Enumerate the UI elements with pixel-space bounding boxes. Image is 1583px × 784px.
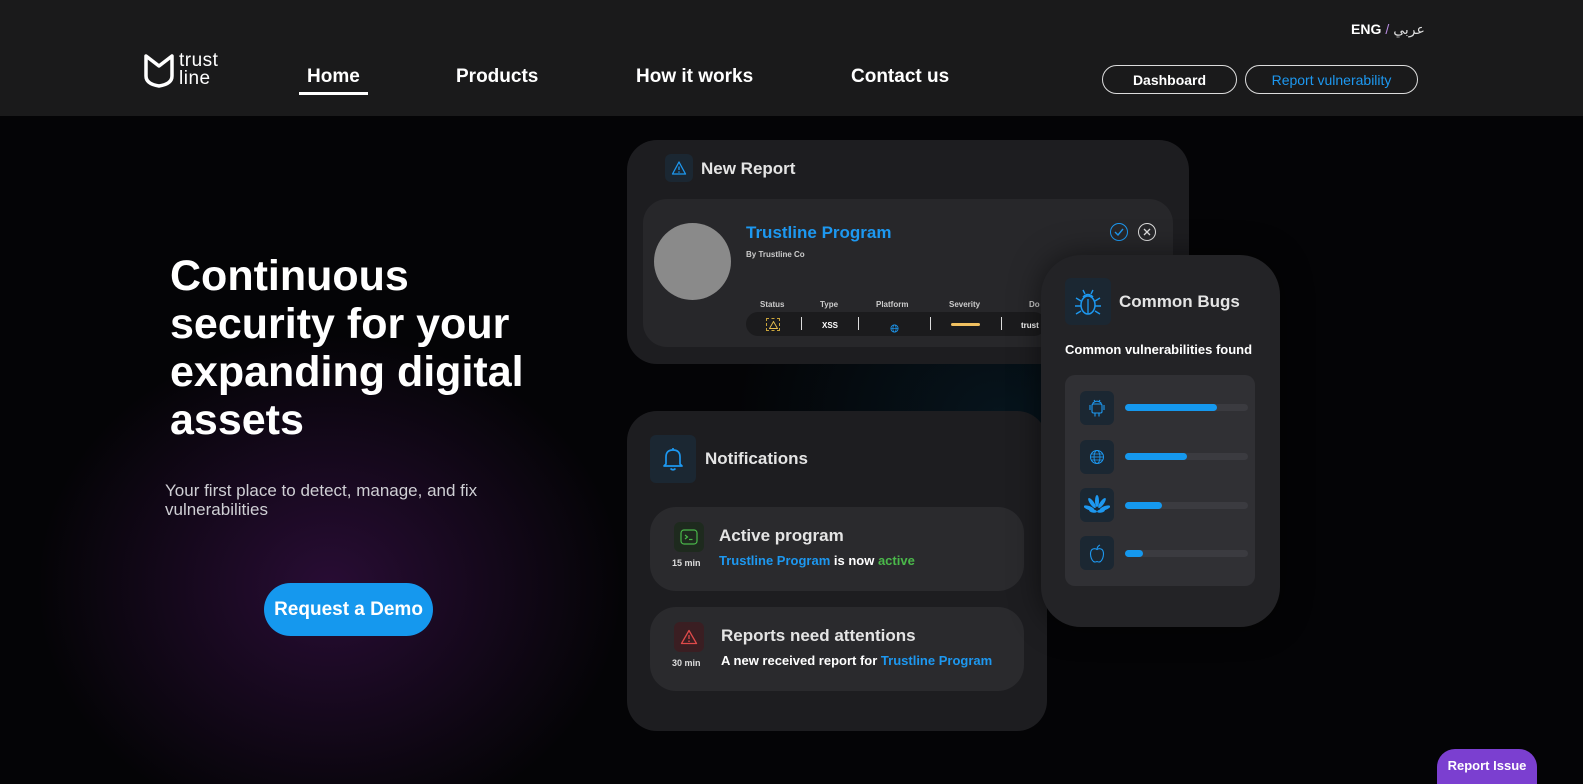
android-bar <box>1125 404 1248 411</box>
web-bar <box>1125 453 1248 460</box>
nav-how-it-works[interactable]: How it works <box>636 66 753 88</box>
column-platform: Platform <box>876 300 909 309</box>
lang-eng[interactable]: ENG <box>1351 21 1381 38</box>
platform-globe-icon <box>890 320 899 338</box>
nav-contact-us[interactable]: Contact us <box>851 66 949 88</box>
site-header: trust line ENG / عربي Home Products How … <box>0 0 1583 116</box>
bell-icon <box>650 435 696 483</box>
common-bugs-subtitle: Common vulnerabilities found <box>1065 342 1253 357</box>
notification-title: Reports need attentions <box>721 626 916 645</box>
nav-home[interactable]: Home <box>299 66 368 95</box>
notification-item[interactable]: 30 min Reports need attentions A new rec… <box>650 607 1024 691</box>
huawei-icon <box>1080 488 1114 522</box>
web-bar-fill <box>1125 453 1187 460</box>
column-status: Status <box>760 300 785 309</box>
program-name[interactable]: Trustline Program <box>746 223 891 243</box>
hero-title-line: expanding digital <box>170 348 524 396</box>
divider <box>930 317 931 330</box>
lang-separator: / <box>1385 21 1390 37</box>
column-domain: Do <box>1029 300 1040 309</box>
huawei-bar-fill <box>1125 502 1162 509</box>
notification-program-link[interactable]: Trustline Program <box>881 653 992 668</box>
apple-icon <box>1080 536 1114 570</box>
logo-line2: line <box>179 68 211 89</box>
android-bar-fill <box>1125 404 1218 411</box>
notification-status: active <box>877 553 915 568</box>
notification-time: 15 min <box>672 558 701 568</box>
request-demo-button[interactable]: Request a Demo <box>264 583 433 636</box>
report-status-bar: XSS trust <box>746 312 1046 336</box>
notification-program-link[interactable]: Trustline Program <box>719 553 830 568</box>
hero-subtitle: Your first place to detect, manage, and … <box>165 481 478 519</box>
notification-item[interactable]: 15 min Active program Trustline Program … <box>650 507 1024 591</box>
divider <box>801 317 802 330</box>
android-icon <box>1080 391 1114 425</box>
notification-text-middle: is now <box>833 553 875 568</box>
apple-bar-fill <box>1125 550 1144 557</box>
globe-icon <box>1080 440 1114 474</box>
hero-title-line: security for your <box>170 300 510 348</box>
status-warning-icon <box>766 318 780 331</box>
notifications-card: Notifications 15 min Active program Trus… <box>627 411 1047 731</box>
logo[interactable]: trust line <box>143 51 218 89</box>
shield-logo-icon <box>144 54 174 88</box>
notification-text: A new received report for Trustline Prog… <box>721 653 992 668</box>
alert-icon <box>674 622 704 652</box>
approve-check-icon[interactable] <box>1110 223 1128 241</box>
common-bugs-card: Common Bugs Common vulnerabilities found <box>1041 255 1280 627</box>
terminal-icon <box>674 522 704 552</box>
apple-bar <box>1125 550 1248 557</box>
logo-text: trust line <box>179 51 218 89</box>
report-vulnerability-button[interactable]: Report vulnerability <box>1245 65 1418 94</box>
type-value: XSS <box>822 321 839 330</box>
bugs-stats-panel <box>1065 375 1255 586</box>
hero-title-line: Continuous <box>170 252 409 300</box>
report-issue-button[interactable]: Report Issue <box>1437 749 1537 784</box>
notification-text: Trustline Program is now active <box>719 553 915 568</box>
program-owner: By Trustline Co <box>746 250 805 259</box>
notifications-title: Notifications <box>705 449 808 468</box>
hero-title: Continuous security for your expanding d… <box>170 252 570 444</box>
notification-title: Active program <box>719 526 844 545</box>
nav-products[interactable]: Products <box>456 66 538 88</box>
bug-icon <box>1065 278 1111 325</box>
notification-text-prefix: A new received report for <box>721 653 878 668</box>
divider <box>1001 317 1002 330</box>
huawei-bar <box>1125 502 1248 509</box>
new-report-title: New Report <box>701 159 796 178</box>
reject-close-icon[interactable] <box>1138 223 1156 241</box>
avatar <box>654 223 731 300</box>
hero-title-line: assets <box>170 396 304 444</box>
severity-indicator <box>951 323 980 326</box>
column-type: Type <box>820 300 839 309</box>
notification-time: 30 min <box>672 658 701 668</box>
divider <box>858 317 859 330</box>
language-switcher: ENG / عربي <box>1351 21 1425 38</box>
domain-value: trust <box>1021 321 1039 330</box>
lang-arabic[interactable]: عربي <box>1393 21 1425 38</box>
dashboard-button[interactable]: Dashboard <box>1102 65 1237 94</box>
warning-icon <box>665 154 693 182</box>
common-bugs-title: Common Bugs <box>1119 292 1240 311</box>
column-severity: Severity <box>949 300 981 309</box>
